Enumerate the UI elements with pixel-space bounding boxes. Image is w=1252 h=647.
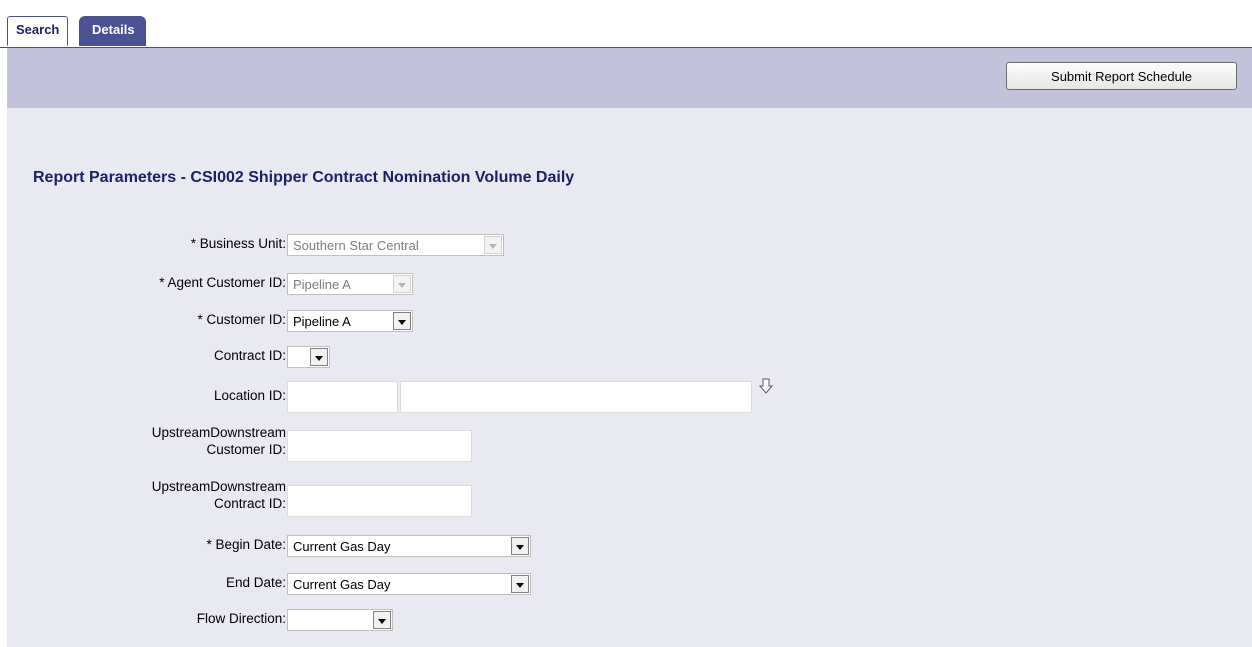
report-parameters-panel: Report Parameters - CSI002 Shipper Contr… <box>7 108 1252 647</box>
location-id-label: Location ID: <box>213 388 286 403</box>
business-unit-label: * Business Unit: <box>190 236 286 251</box>
customer-id-label: * Customer ID: <box>197 312 286 327</box>
updown-customer-id-label: UpstreamDownstream Customer ID: <box>152 424 286 458</box>
contract-id-label: Contract ID: <box>213 348 286 363</box>
begin-date-value: Current Gas Day <box>293 539 391 554</box>
flow-direction-label: Flow Direction: <box>196 611 286 626</box>
tab-search[interactable]: Search <box>7 16 69 46</box>
toolbar: Submit Report Schedule <box>7 48 1252 108</box>
chevron-down-icon <box>484 236 502 254</box>
tab-details[interactable]: Details <box>79 16 146 46</box>
business-unit-select[interactable]: Southern Star Central <box>287 234 504 256</box>
location-id-code-input[interactable] <box>287 381 398 413</box>
end-date-select[interactable]: Current Gas Day <box>287 573 531 595</box>
location-id-name-input[interactable] <box>400 381 752 413</box>
updown-contract-id-label-line2: Contract ID: <box>213 496 286 511</box>
begin-date-select[interactable]: Current Gas Day <box>287 535 531 557</box>
end-date-value: Current Gas Day <box>293 577 391 592</box>
location-lookup-icon[interactable] <box>759 378 773 394</box>
chevron-down-icon <box>310 348 328 366</box>
customer-id-value: Pipeline A <box>293 314 351 329</box>
updown-contract-id-input[interactable] <box>287 485 472 517</box>
submit-report-schedule-button[interactable]: Submit Report Schedule <box>1006 62 1237 90</box>
agent-customer-id-select[interactable]: Pipeline A <box>287 273 413 295</box>
agent-customer-id-label: * Agent Customer ID: <box>159 275 286 290</box>
agent-customer-id-value: Pipeline A <box>293 277 351 292</box>
chevron-down-icon <box>393 312 411 330</box>
chevron-down-icon <box>511 537 529 555</box>
customer-id-select[interactable]: Pipeline A <box>287 310 413 332</box>
flow-direction-select[interactable] <box>287 609 393 631</box>
updown-customer-id-label-line2: Customer ID: <box>206 442 286 457</box>
chevron-down-icon <box>393 275 411 293</box>
updown-customer-id-label-line1: UpstreamDownstream <box>151 425 286 440</box>
updown-customer-id-input[interactable] <box>287 430 472 462</box>
updown-contract-id-label: UpstreamDownstream Contract ID: <box>152 478 286 512</box>
begin-date-label: * Begin Date: <box>206 537 286 552</box>
chevron-down-icon <box>511 575 529 593</box>
page-title: Report Parameters - CSI002 Shipper Contr… <box>33 169 575 186</box>
tab-bar: Search Details <box>0 0 1252 48</box>
end-date-label: End Date: <box>225 575 286 590</box>
business-unit-value: Southern Star Central <box>293 238 419 253</box>
contract-id-select[interactable] <box>287 346 330 368</box>
chevron-down-icon <box>373 611 391 629</box>
updown-contract-id-label-line1: UpstreamDownstream <box>151 479 286 494</box>
